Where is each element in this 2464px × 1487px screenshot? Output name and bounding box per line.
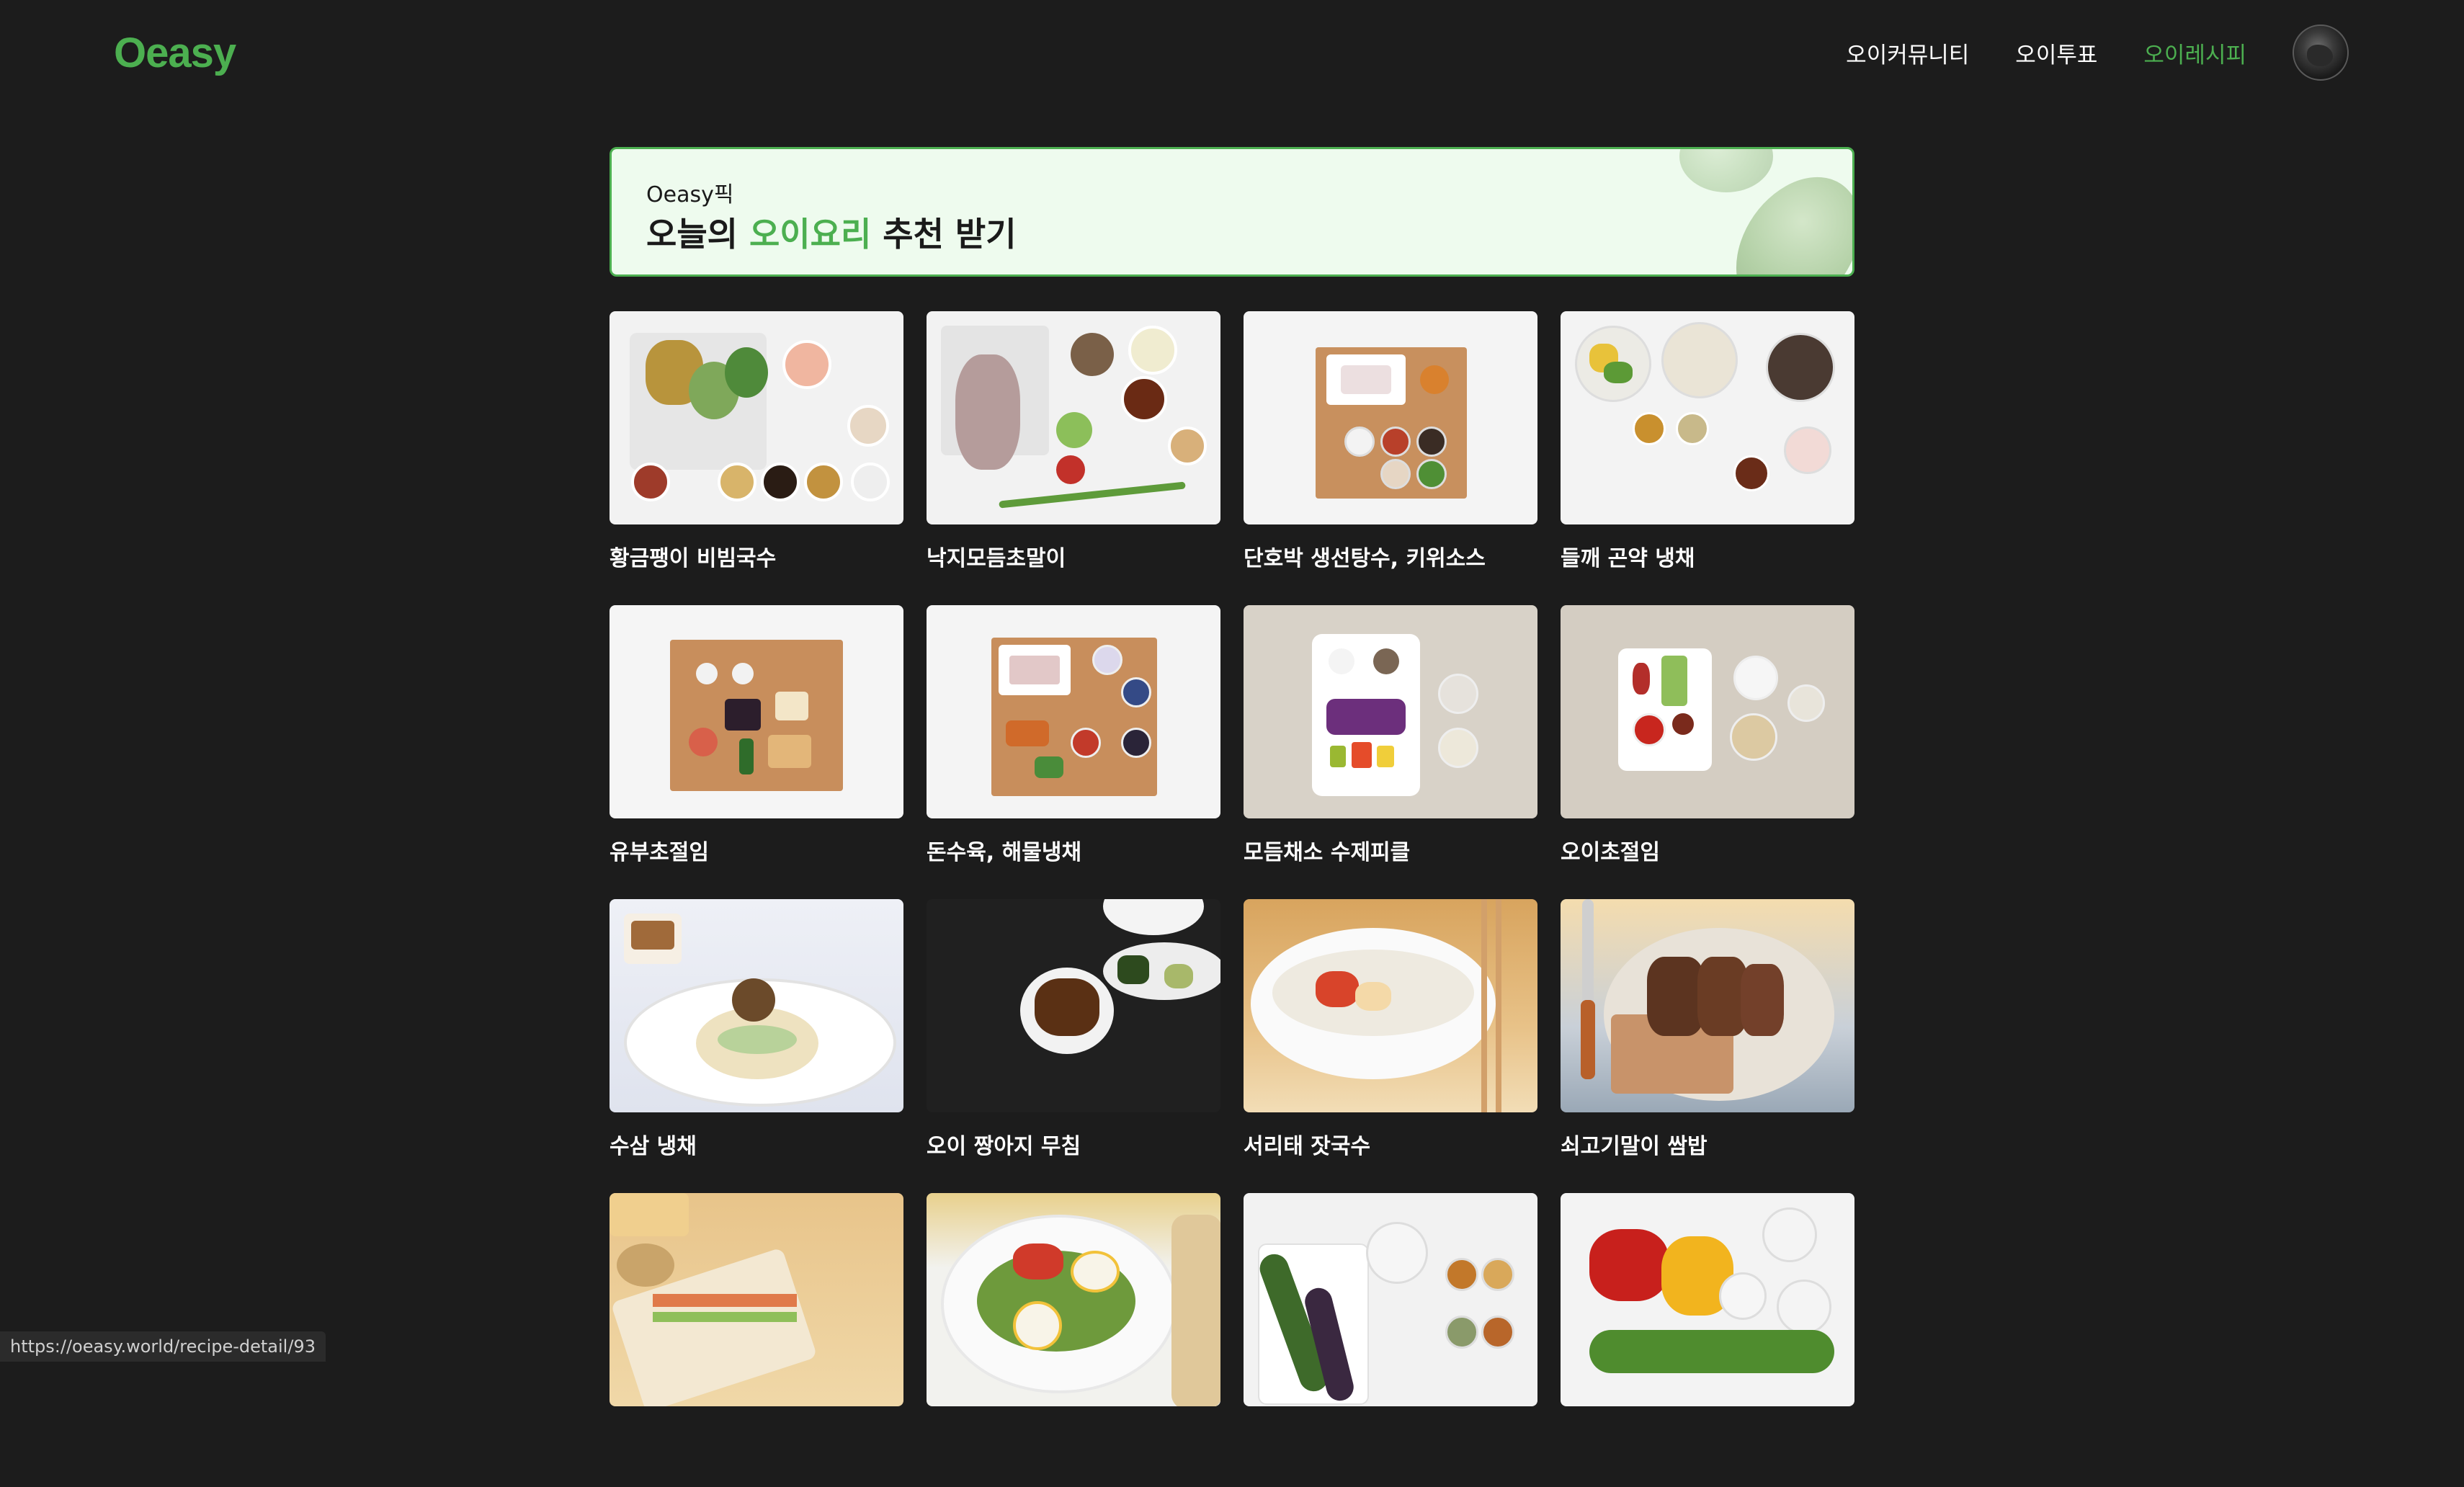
recipe-card[interactable]: [610, 1193, 903, 1487]
recipe-photo: [610, 605, 903, 818]
banner-title: 오늘의 오이요리 추천 받기: [646, 208, 1017, 256]
site-logo[interactable]: Oeasy: [114, 29, 236, 77]
recipe-card[interactable]: 서리태 잣국수: [1244, 899, 1537, 1193]
recipe-card[interactable]: [1561, 1193, 1854, 1487]
recipe-photo: [1561, 899, 1854, 1112]
recommendation-banner[interactable]: Oeasy픽 오늘의 오이요리 추천 받기: [610, 147, 1854, 277]
recipe-photo: [927, 1193, 1220, 1406]
recipe-title: 돈수육, 해물냉채: [927, 840, 1082, 865]
recipe-photo: [610, 1193, 903, 1406]
recipe-photo: [1244, 899, 1537, 1112]
recipe-card[interactable]: [927, 1193, 1220, 1487]
recipe-title: 황금팽이 비빔국수: [610, 546, 777, 571]
recipe-title: 수삼 냉채: [610, 1134, 697, 1159]
recipe-card[interactable]: 모듬채소 수제피클: [1244, 605, 1537, 899]
recipe-photo: [1561, 605, 1854, 818]
recipe-card[interactable]: 오이 짱아지 무침: [927, 899, 1220, 1193]
recipe-title: 들깨 곤약 냉채: [1561, 546, 1695, 571]
recipe-title: 단호박 생선탕수, 키위소스: [1244, 546, 1486, 571]
recipe-card[interactable]: 낙지모듬초말이: [927, 311, 1220, 605]
recipe-card[interactable]: 황금팽이 비빔국수: [610, 311, 903, 605]
recipe-title: 오이초절임: [1561, 840, 1660, 865]
recipe-title: 낙지모듬초말이: [927, 546, 1066, 571]
banner-subtitle: Oeasy픽: [646, 182, 734, 207]
recipe-card[interactable]: 돈수육, 해물냉채: [927, 605, 1220, 899]
recipe-card[interactable]: 쇠고기말이 쌈밥: [1561, 899, 1854, 1193]
recipe-card[interactable]: 수삼 냉채: [610, 899, 903, 1193]
recipe-title: 쇠고기말이 쌈밥: [1561, 1134, 1708, 1159]
recipe-card[interactable]: 오이초절임: [1561, 605, 1854, 899]
recipe-photo: [1244, 311, 1537, 524]
recipe-card[interactable]: [1244, 1193, 1537, 1487]
recipe-card[interactable]: 유부초절임: [610, 605, 903, 899]
recipe-photo: [610, 899, 903, 1112]
recipe-photo: [1244, 1193, 1537, 1406]
recipe-card[interactable]: 단호박 생선탕수, 키위소스: [1244, 311, 1537, 605]
recipe-title: 오이 짱아지 무침: [927, 1134, 1081, 1159]
recipe-photo: [1561, 311, 1854, 524]
nav-vote[interactable]: 오이투표: [2015, 37, 2097, 69]
recipe-photo: [927, 605, 1220, 818]
recipe-photo: [610, 311, 903, 524]
user-avatar[interactable]: [2293, 24, 2349, 81]
browser-status-url: https://oeasy.world/recipe-detail/93: [0, 1331, 326, 1362]
recipe-title: 서리태 잣국수: [1244, 1134, 1371, 1159]
top-navigation: 오이커뮤니티 오이투표 오이레시피: [1800, 24, 2349, 81]
banner-title-pre: 오늘의: [646, 215, 749, 254]
nav-recipe[interactable]: 오이레시피: [2143, 37, 2246, 69]
recipe-title: 유부초절임: [610, 840, 709, 865]
banner-title-post: 추천 받기: [871, 215, 1017, 254]
recipe-photo: [1561, 1193, 1854, 1406]
cucumber-illustration: [1679, 149, 1773, 192]
recipe-grid: 황금팽이 비빔국수 낙지모듬초말이 단호박 생선탕수, 키위소스 들깨 곤약 냉…: [610, 311, 1854, 1487]
recipe-title: 모듬채소 수제피클: [1244, 840, 1411, 865]
recipe-photo: [927, 311, 1220, 524]
recipe-photo: [1244, 605, 1537, 818]
banner-title-highlight: 오이요리: [749, 215, 872, 254]
recipe-photo: [927, 899, 1220, 1112]
nav-community[interactable]: 오이커뮤니티: [1846, 37, 1969, 69]
recipe-card[interactable]: 들깨 곤약 냉채: [1561, 311, 1854, 605]
